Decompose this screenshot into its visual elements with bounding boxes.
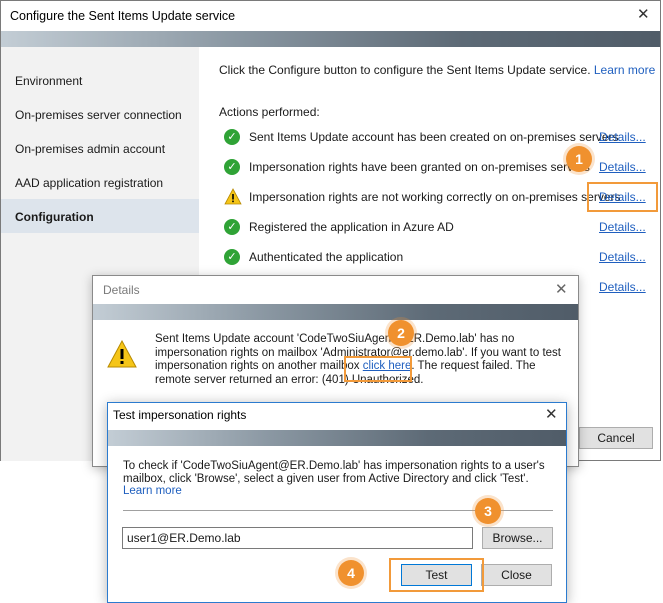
sidebar-item-configuration[interactable]: Configuration bbox=[15, 210, 94, 224]
header-banner bbox=[108, 430, 566, 446]
dialog-title: Details bbox=[103, 283, 140, 297]
sidebar-item-on-premises-admin-account[interactable]: On-premises admin account bbox=[15, 142, 165, 156]
callout-highlight-2 bbox=[344, 356, 412, 382]
title-bar: Configure the Sent Items Update service … bbox=[1, 1, 660, 31]
browse-button[interactable]: Browse... bbox=[482, 527, 553, 549]
details-link[interactable]: Details... bbox=[599, 280, 646, 294]
details-link[interactable]: Details... bbox=[599, 160, 646, 174]
check-circle-icon: ✓ bbox=[224, 249, 240, 265]
callout-badge-2: 2 bbox=[388, 320, 414, 346]
action-text: Authenticated the application bbox=[249, 250, 404, 264]
details-link[interactable]: Details... bbox=[599, 250, 646, 264]
check-circle-icon: ✓ bbox=[224, 159, 240, 175]
callout-badge-4: 4 bbox=[338, 560, 364, 586]
warning-triangle-icon bbox=[224, 188, 242, 205]
learn-more-link[interactable]: Learn more bbox=[123, 485, 182, 497]
close-button[interactable]: Close bbox=[481, 564, 552, 586]
learn-more-link[interactable]: Learn more bbox=[594, 63, 655, 77]
close-icon[interactable]: ✕ bbox=[555, 282, 568, 297]
description-text: To check if 'CodeTwoSiuAgent@ER.Demo.lab… bbox=[123, 460, 545, 485]
close-icon[interactable]: ✕ bbox=[637, 7, 650, 22]
warning-triangle-icon bbox=[107, 340, 137, 368]
check-circle-icon: ✓ bbox=[224, 219, 240, 235]
sidebar-item-aad-application-registration[interactable]: AAD application registration bbox=[15, 176, 163, 190]
test-impersonation-dialog: Test impersonation rights ✕ To check if … bbox=[107, 402, 567, 603]
intro-label: Click the Configure button to configure … bbox=[219, 63, 591, 77]
details-link[interactable]: Details... bbox=[599, 220, 646, 234]
window-title: Configure the Sent Items Update service bbox=[10, 9, 236, 23]
close-icon[interactable]: ✕ bbox=[545, 407, 558, 422]
intro-text: Click the Configure button to configure … bbox=[219, 63, 655, 77]
user-mailbox-input[interactable] bbox=[122, 527, 473, 549]
test-description: To check if 'CodeTwoSiuAgent@ER.Demo.lab… bbox=[123, 460, 553, 498]
header-banner bbox=[93, 304, 578, 320]
details-link[interactable]: Details... bbox=[599, 130, 646, 144]
sidebar-item-environment[interactable]: Environment bbox=[15, 74, 82, 88]
sidebar-item-on-premises-server-connection[interactable]: On-premises server connection bbox=[15, 108, 182, 122]
callout-highlight-1 bbox=[587, 182, 658, 212]
check-circle-icon: ✓ bbox=[224, 129, 240, 145]
callout-badge-1: 1 bbox=[566, 146, 592, 172]
callout-badge-3: 3 bbox=[475, 498, 501, 524]
action-text: Registered the application in Azure AD bbox=[249, 220, 454, 234]
dialog-title: Test impersonation rights bbox=[113, 408, 247, 422]
cancel-button[interactable]: Cancel bbox=[579, 427, 653, 449]
action-text: Impersonation rights have been granted o… bbox=[249, 160, 590, 174]
action-text: Impersonation rights are not working cor… bbox=[249, 190, 621, 204]
actions-label: Actions performed: bbox=[219, 105, 320, 119]
action-text: Sent Items Update account has been creat… bbox=[249, 130, 619, 144]
callout-highlight-4 bbox=[389, 558, 484, 592]
header-banner bbox=[1, 31, 660, 47]
